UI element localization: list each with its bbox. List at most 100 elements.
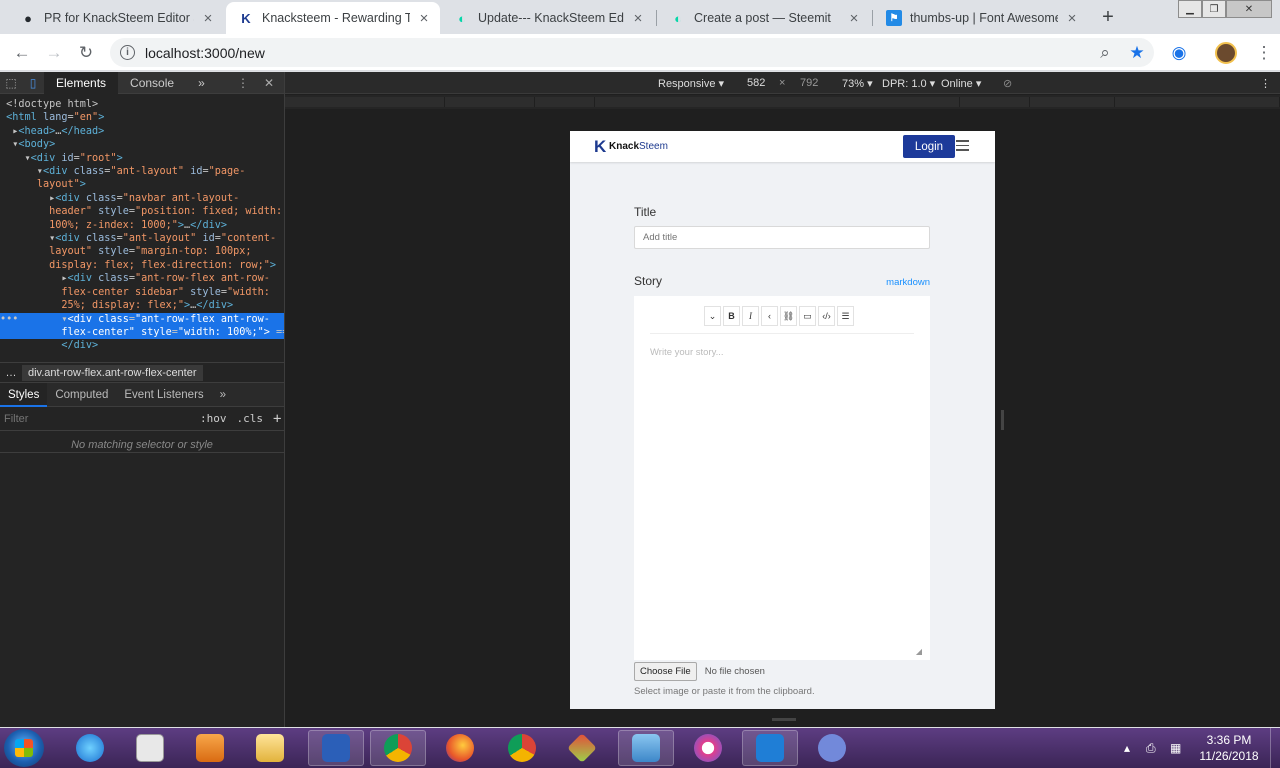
taskbar-vscode[interactable] xyxy=(742,730,798,766)
more-tabs-button[interactable]: » xyxy=(186,72,217,94)
markdown-link[interactable]: markdown xyxy=(886,277,930,288)
knacksteem-logo[interactable]: K KnackSteem xyxy=(594,138,668,155)
dom-line[interactable]: ▾<div id="root"> xyxy=(0,152,284,165)
reload-button[interactable]: ↻ xyxy=(74,41,98,65)
list-button[interactable]: ☰ xyxy=(837,306,854,326)
close-tab-icon[interactable]: × xyxy=(1064,10,1080,27)
device-toolbar-icon[interactable]: ▯ xyxy=(22,72,44,94)
taskbar-chrome[interactable] xyxy=(494,730,550,766)
tab-computed[interactable]: Computed xyxy=(47,383,116,407)
dom-line[interactable]: layout" style="margin-top: 100px; xyxy=(0,245,284,258)
dom-line[interactable]: ▸<div class="ant-row-flex ant-row- xyxy=(0,272,284,285)
tab-styles[interactable]: Styles xyxy=(0,382,48,407)
taskbar-itunes[interactable] xyxy=(680,730,736,766)
taskbar-discord[interactable] xyxy=(804,730,860,766)
tab-font-awesome[interactable]: ⚑ thumbs-up | Font Awesome × xyxy=(874,2,1088,34)
class-toggle[interactable]: .cls xyxy=(237,412,264,425)
taskbar-clock[interactable]: 3:36 PM 11/26/2018 xyxy=(1196,732,1262,764)
tab-update-knacksteem[interactable]: ◐ Update--- KnackSteem Edito × xyxy=(442,2,654,34)
taskbar-internet-explorer[interactable] xyxy=(62,730,118,766)
new-tab-button[interactable]: + xyxy=(1095,4,1121,30)
resize-grip-icon[interactable]: ◢ xyxy=(916,647,922,656)
dom-line[interactable]: ▸<div class="navbar ant-layout- xyxy=(0,192,284,205)
breadcrumb-ellipsis[interactable]: … xyxy=(0,367,22,379)
link-button[interactable]: ⛓ xyxy=(780,306,797,326)
device-toolbar-menu-icon[interactable]: ⋮ xyxy=(1260,77,1271,90)
dom-line[interactable]: <html lang="en"> xyxy=(0,111,284,124)
dom-line[interactable]: </div> xyxy=(0,339,284,352)
close-devtools-icon[interactable]: ✕ xyxy=(258,72,280,94)
taskbar-chrome-active[interactable] xyxy=(370,730,426,766)
resize-handle-bottom[interactable] xyxy=(772,718,796,721)
dom-line[interactable]: ▾<body> xyxy=(0,138,284,151)
taskbar-git[interactable] xyxy=(554,730,610,766)
device-height-input[interactable]: 792 xyxy=(800,77,818,89)
image-button[interactable]: ▭ xyxy=(799,306,816,326)
tray-device-icon[interactable]: ⎙ xyxy=(1146,728,1156,768)
restore-window-button[interactable]: ❐ xyxy=(1202,0,1226,18)
taskbar-media-player[interactable] xyxy=(182,730,238,766)
inspect-element-icon[interactable]: ⬚ xyxy=(0,72,22,94)
close-tab-icon[interactable]: × xyxy=(630,10,646,27)
hover-state-toggle[interactable]: :hov xyxy=(200,412,227,425)
back-button[interactable]: ← xyxy=(10,41,34,65)
new-style-rule-button[interactable]: + xyxy=(273,411,281,427)
dom-line[interactable]: ▾<div class="ant-layout" id="page- xyxy=(0,165,284,178)
tab-pr-knacksteem[interactable]: ● PR for KnackSteem Editor and × xyxy=(8,2,224,34)
device-width-input[interactable]: 582 xyxy=(747,77,765,89)
ruler-segment[interactable] xyxy=(285,97,445,107)
tray-show-hidden-icon[interactable]: ▴ xyxy=(1124,728,1130,768)
dom-line-selected[interactable]: ••• ▾<div class="ant-row-flex ant-row- xyxy=(0,312,284,326)
chrome-menu-button[interactable]: ⋮ xyxy=(1252,41,1276,65)
dom-line[interactable]: <!doctype html> xyxy=(0,98,284,111)
devtools-menu-icon[interactable]: ⋮ xyxy=(232,72,254,94)
dom-line[interactable]: 25%; display: flex;">…</div> xyxy=(0,299,284,312)
taskbar-file-explorer[interactable] xyxy=(242,730,298,766)
resize-handle-right[interactable] xyxy=(1001,410,1004,430)
bookmark-button[interactable]: ★ xyxy=(1125,41,1149,65)
address-bar[interactable]: i localhost:3000/new xyxy=(110,38,1154,67)
code-button[interactable]: ‹/› xyxy=(818,306,835,326)
dom-line[interactable]: flex-center sidebar" style="width: xyxy=(0,286,284,299)
close-window-button[interactable]: ✕ xyxy=(1226,0,1272,18)
dom-line[interactable]: 100%; z-index: 1000;">…</div> xyxy=(0,219,284,232)
heading-dropdown-button[interactable]: ⌄ xyxy=(704,306,721,326)
dpr-select[interactable]: DPR: 1.0 ▾ xyxy=(882,77,935,90)
ruler-segment[interactable] xyxy=(595,97,960,107)
dom-line[interactable]: header" style="position: fixed; width: xyxy=(0,205,284,218)
dom-line[interactable]: display: flex; flex-direction: row;"> xyxy=(0,259,284,272)
minimize-window-button[interactable]: ▁ xyxy=(1178,0,1202,18)
close-tab-icon[interactable]: × xyxy=(200,10,216,27)
device-mode-select[interactable]: Responsive ▾ xyxy=(658,77,724,90)
story-editor[interactable]: ⌄ B I ‹ ⛓ ▭ ‹/› ☰ Write your story... ◢ xyxy=(634,296,930,660)
taskbar-word[interactable] xyxy=(308,730,364,766)
tab-knacksteem-active[interactable]: K Knacksteem - Rewarding Tal × xyxy=(226,2,440,34)
choose-file-button[interactable]: Choose File xyxy=(634,662,697,681)
dom-line-selected[interactable]: flex-center" style="width: 100%;"> == xyxy=(0,325,284,340)
network-throttle-select[interactable]: Online ▾ xyxy=(941,77,981,90)
show-desktop-button[interactable] xyxy=(1270,728,1280,768)
breadcrumb-node[interactable]: div.ant-row-flex.ant-row-flex-center xyxy=(22,364,203,381)
ruler-segment[interactable] xyxy=(535,97,595,107)
more-style-tabs-button[interactable]: » xyxy=(212,383,234,407)
forward-button[interactable]: → xyxy=(42,41,66,65)
extension-button[interactable]: ◉ xyxy=(1167,41,1191,65)
bold-button[interactable]: B xyxy=(723,306,740,326)
ruler-segment[interactable] xyxy=(1115,97,1280,107)
zoom-select[interactable]: 73% ▾ xyxy=(842,77,873,90)
login-button[interactable]: Login xyxy=(903,135,955,158)
styles-filter-input[interactable] xyxy=(4,409,190,428)
rotate-icon[interactable]: ⊘ xyxy=(1003,77,1012,90)
tab-event-listeners[interactable]: Event Listeners xyxy=(116,383,211,407)
zoom-button[interactable]: ⌕ xyxy=(1093,41,1117,65)
close-tab-icon[interactable]: × xyxy=(416,10,432,27)
dom-line[interactable]: layout"> xyxy=(0,178,284,191)
start-button[interactable] xyxy=(4,729,44,767)
site-info-icon[interactable]: i xyxy=(120,45,135,60)
italic-button[interactable]: I xyxy=(742,306,759,326)
tray-network-icon[interactable]: ▦ xyxy=(1170,728,1181,768)
title-input[interactable] xyxy=(634,226,930,249)
profile-avatar[interactable] xyxy=(1215,42,1237,64)
taskbar-photo-viewer[interactable] xyxy=(618,730,674,766)
dom-tree[interactable]: <!doctype html> <html lang="en"> ▸<head>… xyxy=(0,94,284,362)
